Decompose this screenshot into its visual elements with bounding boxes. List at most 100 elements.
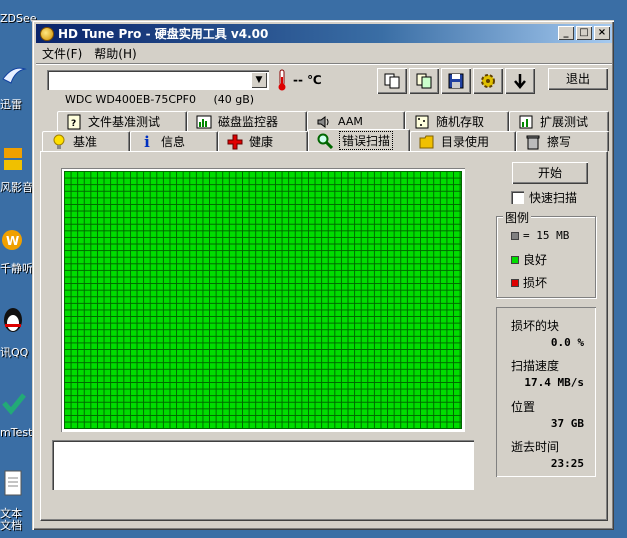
speaker-icon <box>316 114 332 130</box>
penguin-icon <box>0 306 28 334</box>
document-icon <box>0 470 28 498</box>
scan-stats: 损坏的块 0.0 % 扫描速度 17.4 MB/s 位置 37 GB 逝去时间 … <box>496 307 596 477</box>
tab-label: 信息 <box>161 135 186 149</box>
tab-aam[interactable]: AAM <box>307 111 405 131</box>
tab-label: 错误扫描 <box>339 131 394 150</box>
tab-label: AAM <box>338 115 363 128</box>
arrow-down-icon <box>514 74 526 89</box>
desktop-icon-label: mTest <box>0 426 33 439</box>
menu-bar: 文件(F) 帮助(H) <box>36 44 612 62</box>
svg-text:W: W <box>6 234 19 248</box>
scan-speed-label: 扫描速度 <box>511 359 560 373</box>
desktop-icon-label: 讯QQ <box>0 346 29 359</box>
menu-help[interactable]: 帮助(H) <box>88 45 142 62</box>
scan-log[interactable] <box>52 440 474 490</box>
legend-block-size: = 15 MB <box>511 229 569 242</box>
copy-info-button[interactable] <box>377 68 407 94</box>
trash-icon <box>525 134 541 150</box>
floppy-icon <box>448 73 464 89</box>
block-size-label: = 15 MB <box>523 229 570 242</box>
tab-health[interactable]: 健康 <box>218 131 308 151</box>
legend-title: 图例 <box>503 209 532 226</box>
maximize-button[interactable]: □ <box>576 26 592 40</box>
tab-label: 扩展测试 <box>540 115 589 129</box>
legend-good: 良好 <box>511 251 547 268</box>
window-title: HD Tune Pro - 硬盘实用工具 v4.00 <box>58 27 269 41</box>
tab-folder-usage[interactable]: 目录使用 <box>410 131 516 151</box>
title-bar[interactable]: HD Tune Pro - 硬盘实用工具 v4.00 _ □ × <box>36 24 612 43</box>
tab-label: 健康 <box>249 135 274 149</box>
music-icon: W <box>0 226 28 254</box>
desktop-icon-label: 迅雷 <box>0 98 22 111</box>
thermometer-icon <box>278 69 286 91</box>
bulb-icon <box>51 134 67 150</box>
tab-label: 磁盘监控器 <box>218 115 279 129</box>
legend-bad: 损坏 <box>511 274 547 291</box>
good-label: 良好 <box>523 253 548 267</box>
random-icon <box>414 114 430 130</box>
bad-label: 损坏 <box>523 276 548 290</box>
scan-speed-value: 17.4 MB/s <box>524 376 584 389</box>
desktop-icon-label: 文本文档 <box>0 507 22 532</box>
info-icon: i <box>144 132 150 151</box>
menu-divider <box>36 63 612 65</box>
tab-label: 随机存取 <box>436 115 485 129</box>
tab-benchmark[interactable]: 基准 <box>42 131 130 151</box>
check-icon <box>0 390 28 418</box>
damaged-blocks-value: 0.0 % <box>550 336 584 349</box>
legend-group: 图例 = 15 MB 良好 损坏 <box>496 209 596 298</box>
scan-map <box>61 168 465 432</box>
elapsed-time-label: 逝去时间 <box>511 440 560 454</box>
hdtune-window: HD Tune Pro - 硬盘实用工具 v4.00 _ □ × 文件(F) 帮… <box>32 20 614 530</box>
exit-button[interactable]: 退出 <box>548 68 608 90</box>
save-button[interactable] <box>441 68 471 94</box>
close-button[interactable]: × <box>594 26 610 40</box>
quick-scan-checkbox[interactable] <box>511 191 524 204</box>
tab-error-scan[interactable]: 错误扫描 <box>308 129 410 151</box>
tab-erase[interactable]: 擦写 <box>516 131 609 151</box>
cross-icon <box>227 134 243 150</box>
copy-image-icon <box>416 73 432 89</box>
monitor-icon <box>196 114 212 130</box>
app-icon <box>40 26 54 41</box>
position-value: 37 GB <box>550 417 584 430</box>
folder-icon <box>419 134 435 150</box>
elapsed-time-value: 23:25 <box>550 457 584 470</box>
good-swatch <box>511 255 519 264</box>
tab-random-access[interactable]: 随机存取 <box>405 111 509 131</box>
menu-file[interactable]: 文件(F) <box>36 45 88 62</box>
minimize-button[interactable]: _ <box>558 26 574 40</box>
options-button[interactable] <box>473 68 503 94</box>
block-swatch <box>511 231 519 240</box>
desktop-icon-label: 千静听 <box>0 262 33 275</box>
scan-block-grid <box>64 171 462 429</box>
media-icon <box>0 145 28 173</box>
tab-label: 基准 <box>73 135 98 149</box>
tab-info[interactable]: i 信息 <box>130 131 218 151</box>
tab-disk-monitor[interactable]: 磁盘监控器 <box>187 111 307 131</box>
tab-label: 文件基准测试 <box>88 115 161 129</box>
svg-text:?: ? <box>71 119 76 129</box>
quick-scan-label: 快速扫描 <box>529 191 578 205</box>
copy-icon <box>384 73 400 89</box>
tab-file-benchmark[interactable]: ? 文件基准测试 <box>57 111 187 131</box>
window-controls: _ □ × <box>556 26 610 40</box>
copy-screenshot-button[interactable] <box>409 68 439 94</box>
extend-icon <box>518 114 534 130</box>
position-label: 位置 <box>511 400 536 414</box>
drive-select-value: WDC WD400EB-75CPF0 (40 gB) <box>65 93 255 106</box>
magnifier-icon <box>317 133 333 149</box>
download-button[interactable] <box>505 68 535 94</box>
quick-scan-option[interactable]: 快速扫描 <box>511 189 577 206</box>
temperature-readout: -- ℃ <box>293 73 322 87</box>
desktop-icon-label: 风影音 <box>0 181 33 194</box>
tab-label: 擦写 <box>547 135 572 149</box>
tab-label: 目录使用 <box>441 135 490 149</box>
chevron-down-icon[interactable]: ▼ <box>251 72 267 88</box>
tab-extended-test[interactable]: 扩展测试 <box>509 111 609 131</box>
start-button[interactable]: 开始 <box>512 162 588 184</box>
file-icon: ? <box>66 114 82 130</box>
drive-select[interactable]: WDC WD400EB-75CPF0 (40 gB) ▼ <box>47 70 269 106</box>
bird-icon <box>0 62 28 90</box>
gear-icon <box>481 74 495 88</box>
